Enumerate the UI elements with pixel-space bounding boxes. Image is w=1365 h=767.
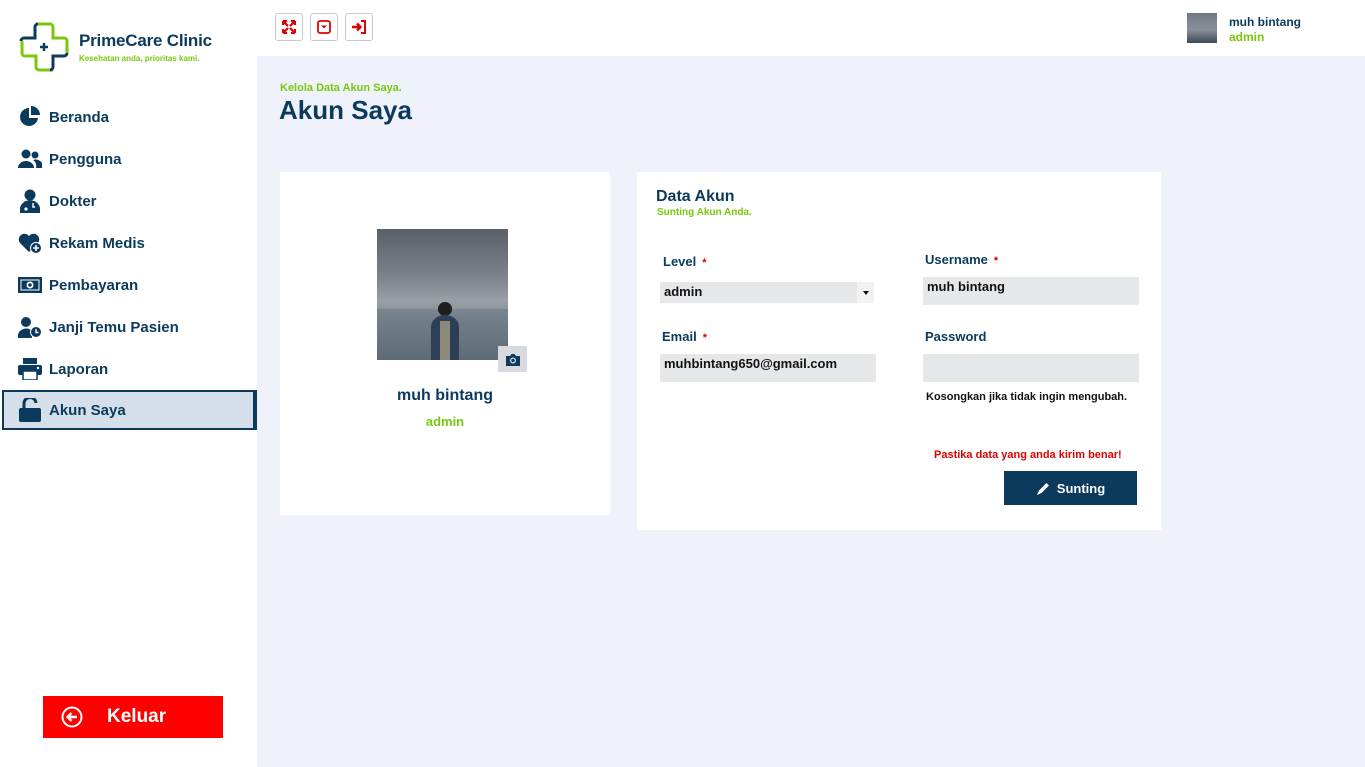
sidebar-item-label: Pengguna bbox=[49, 150, 122, 168]
fullscreen-icon bbox=[282, 20, 296, 34]
sidebar-item-janji-temu[interactable]: Janji Temu Pasien bbox=[0, 306, 257, 348]
submit-warning: Pastika data yang anda kirim benar! bbox=[934, 449, 1122, 461]
profile-card: muh bintang admin bbox=[280, 172, 610, 515]
sidebar-item-label: Laporan bbox=[49, 360, 109, 378]
sidebar-nav: Beranda Pengguna Dokter Rekam Medis Pemb… bbox=[0, 96, 257, 430]
sidebar-item-rekam-medis[interactable]: Rekam Medis bbox=[0, 222, 257, 264]
brand-name: PrimeCare Clinic bbox=[79, 31, 212, 50]
logout-label: Keluar bbox=[107, 706, 167, 727]
sidebar-item-label: Rekam Medis bbox=[49, 234, 145, 252]
topbar: muh bintang admin bbox=[257, 0, 1365, 56]
user-menu[interactable]: muh bintang admin bbox=[1187, 13, 1301, 44]
brand-tagline: Kesehatan anda, prioritas kami. bbox=[79, 54, 200, 63]
sidebar-item-beranda[interactable]: Beranda bbox=[0, 96, 257, 138]
change-photo-button[interactable] bbox=[498, 346, 527, 372]
logout-button[interactable]: Keluar bbox=[43, 696, 223, 738]
topbar-user-name: muh bintang bbox=[1229, 15, 1301, 29]
email-field[interactable]: muhbintang650@gmail.com bbox=[660, 354, 876, 382]
username-label: Username * bbox=[925, 252, 999, 267]
form-subtitle: Sunting Akun Anda. bbox=[657, 207, 752, 218]
required-mark: * bbox=[702, 332, 707, 344]
profile-name: muh bintang bbox=[397, 387, 493, 404]
email-label: Email * bbox=[662, 329, 707, 344]
brand-logo[interactable]: PrimeCare Clinic Kesehatan anda, priorit… bbox=[18, 21, 212, 73]
avatar bbox=[1187, 13, 1217, 43]
profile-role: admin bbox=[425, 414, 465, 429]
collapse-icon bbox=[317, 20, 331, 34]
sign-in-icon bbox=[352, 20, 366, 34]
password-field[interactable] bbox=[923, 354, 1139, 382]
account-form-card: Data Akun Sunting Akun Anda. Level * admi… bbox=[637, 172, 1161, 530]
users-icon bbox=[18, 147, 42, 171]
pie-chart-icon bbox=[18, 105, 42, 129]
camera-icon bbox=[505, 353, 520, 366]
sidebar-item-pengguna[interactable]: Pengguna bbox=[0, 138, 257, 180]
save-button-label: Sunting bbox=[1056, 480, 1106, 496]
clinic-cross-logo-icon bbox=[19, 22, 69, 72]
page-subtitle: Kelola Data Akun Saya. bbox=[280, 82, 402, 94]
pencil-icon bbox=[1036, 482, 1049, 495]
sidebar-item-label: Akun Saya bbox=[49, 401, 126, 419]
save-button[interactable]: Sunting bbox=[1004, 471, 1137, 505]
user-clock-icon bbox=[18, 315, 42, 339]
form-title: Data Akun bbox=[656, 188, 735, 205]
page-title: Akun Saya bbox=[279, 95, 412, 125]
password-label: Password bbox=[925, 329, 987, 344]
sidebar-item-label: Beranda bbox=[49, 108, 110, 126]
sidebar-item-label: Janji Temu Pasien bbox=[49, 318, 179, 336]
sidebar-item-label: Pembayaran bbox=[49, 276, 139, 294]
chevron-down-icon bbox=[857, 282, 874, 303]
password-hint: Kosongkan jika tidak ingin mengubah. bbox=[926, 391, 1128, 403]
required-mark: * bbox=[702, 257, 707, 269]
money-icon bbox=[18, 273, 42, 297]
sidebar-item-dokter[interactable]: Dokter bbox=[0, 180, 257, 222]
level-select-value: admin bbox=[664, 284, 703, 299]
level-label: Level * bbox=[663, 254, 707, 269]
printer-icon bbox=[18, 357, 42, 381]
profile-photo bbox=[377, 229, 508, 360]
unlock-icon bbox=[18, 398, 42, 422]
topbar-user-role: admin bbox=[1229, 30, 1265, 44]
fullscreen-button[interactable] bbox=[275, 13, 303, 41]
sidebar-item-akun-saya[interactable]: Akun Saya bbox=[2, 390, 257, 430]
sign-in-button[interactable] bbox=[345, 13, 373, 41]
doctor-icon bbox=[18, 189, 42, 213]
sidebar-item-pembayaran[interactable]: Pembayaran bbox=[0, 264, 257, 306]
sidebar-item-laporan[interactable]: Laporan bbox=[0, 348, 257, 390]
level-select[interactable]: admin bbox=[660, 282, 874, 303]
required-mark: * bbox=[993, 255, 999, 267]
username-field[interactable]: muh bintang bbox=[923, 277, 1139, 305]
sidebar-item-label: Dokter bbox=[49, 192, 97, 210]
heart-plus-icon bbox=[18, 231, 42, 255]
collapse-button[interactable] bbox=[310, 13, 338, 41]
sidebar: PrimeCare Clinic Kesehatan anda, priorit… bbox=[0, 0, 257, 767]
arrow-circle-left-icon bbox=[61, 706, 83, 728]
